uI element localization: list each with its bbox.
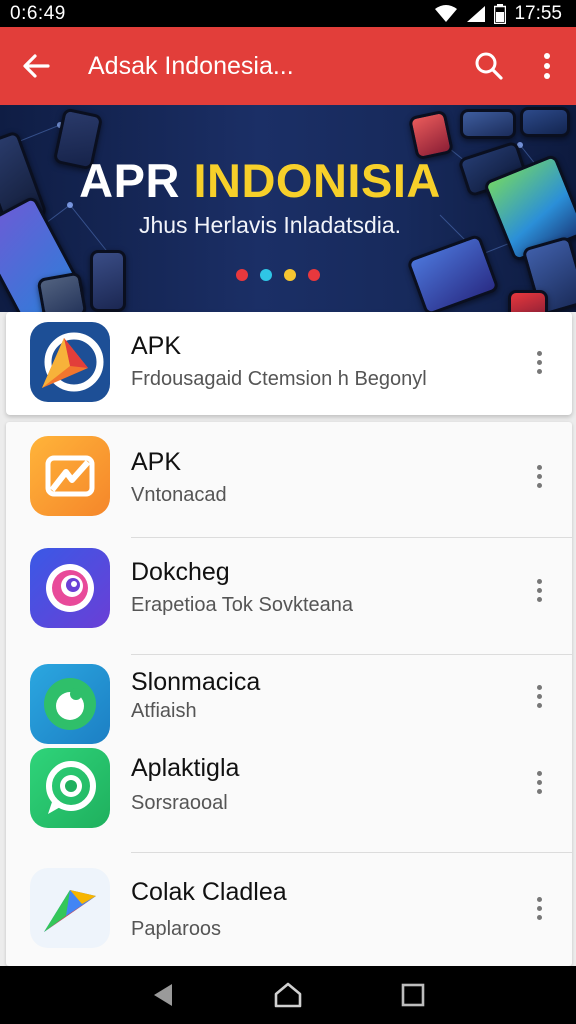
phone-graphic: [508, 290, 548, 312]
nav-home-button[interactable]: [258, 966, 318, 1024]
back-arrow-icon: [23, 54, 50, 78]
item-more-button[interactable]: [526, 342, 552, 382]
app-name: APK: [131, 332, 182, 360]
wifi-icon: [434, 4, 458, 23]
carousel-dot[interactable]: [260, 269, 272, 281]
phone-graphic: [460, 109, 516, 139]
green-bubble-logo-icon: [30, 664, 110, 744]
search-button[interactable]: [460, 27, 518, 105]
system-nav-bar: [0, 966, 576, 1024]
app-name: Colak Cladlea: [131, 878, 287, 906]
lightning-logo-icon: [30, 436, 110, 516]
status-clock: 17:55: [514, 2, 562, 24]
apk-arrow-logo-icon: [30, 322, 110, 402]
home-icon: [274, 982, 302, 1008]
list-item[interactable]: APK Vntonacad: [6, 422, 572, 532]
app-description: Erapetioa Tok Sovkteana: [131, 594, 354, 616]
overflow-menu-button[interactable]: [518, 27, 576, 105]
carousel-indicator[interactable]: [236, 269, 320, 281]
play-triangle-logo-icon: [30, 868, 110, 948]
banner-title: APR INDONISIA: [0, 153, 520, 208]
battery-icon: [494, 3, 507, 24]
app-description: Atfiaish: [131, 700, 197, 722]
phone-graphic: [36, 271, 88, 312]
list-item[interactable]: Colak Cladlea Paplaroos: [6, 852, 572, 966]
app-description: Sorsraooal: [131, 792, 228, 814]
status-bar: 0:6:49 17:55: [0, 0, 576, 27]
carousel-dot[interactable]: [308, 269, 320, 281]
promo-banner[interactable]: APR INDONISIA Jhus Herlavis Inladatsdia.: [0, 105, 576, 312]
banner-title-part1: APR: [79, 154, 194, 207]
item-more-button[interactable]: [526, 762, 552, 802]
list-item[interactable]: APK Frdousagaid Ctemsion h Begonyl: [6, 312, 572, 415]
carousel-dot[interactable]: [236, 269, 248, 281]
app-name: Dokcheg: [131, 558, 230, 586]
list-item[interactable]: Slonmacica Atfiaish: [6, 654, 572, 744]
search-icon: [475, 52, 503, 80]
list-item[interactable]: Dokcheg Erapetioa Tok Sovkteana: [6, 538, 572, 648]
recents-square-icon: [402, 983, 425, 1007]
app-bar: Adsak Indonesia...: [0, 27, 576, 105]
item-more-button[interactable]: [526, 456, 552, 496]
phone-graphic: [90, 250, 126, 312]
item-more-button[interactable]: [526, 676, 552, 716]
app-description: Vntonacad: [131, 484, 227, 506]
signal-icon: [466, 5, 486, 23]
page-title: Adsak Indonesia...: [88, 51, 294, 80]
more-vert-icon: [544, 53, 550, 79]
status-icons: 17:55: [434, 3, 562, 25]
list-item[interactable]: Aplaktigla Sorsraooal: [6, 740, 572, 850]
app-name: Aplaktigla: [131, 754, 240, 782]
item-more-button[interactable]: [526, 888, 552, 928]
banner-subtitle: Jhus Herlavis Inladatsdia.: [138, 212, 402, 238]
app-description: Frdousagaid Ctemsion h Begonyl: [131, 368, 427, 390]
back-triangle-icon: [153, 984, 172, 1006]
app-name: Slonmacica: [131, 668, 261, 696]
app-description: Paplaroos: [131, 918, 222, 940]
carousel-dot[interactable]: [284, 269, 296, 281]
phone-graphic: [520, 107, 570, 137]
app-name: APK: [131, 448, 182, 476]
swirl-logo-icon: [30, 548, 110, 628]
chat-bubble-logo-icon: [30, 748, 110, 828]
featured-app-card[interactable]: APK Frdousagaid Ctemsion h Begonyl: [6, 312, 572, 415]
app-list: APK Frdousagaid Ctemsion h Begonyl APK V…: [0, 312, 576, 966]
banner-title-part2: INDONISIA: [193, 154, 441, 207]
nav-recents-button[interactable]: [383, 966, 443, 1024]
back-button[interactable]: [0, 27, 72, 105]
app-list-card: APK Vntonacad Dokcheg Erapetioa Tok Sovk…: [6, 422, 572, 966]
status-time: 0:6:49: [10, 2, 66, 24]
nav-back-button[interactable]: [133, 966, 193, 1024]
item-more-button[interactable]: [526, 570, 552, 610]
